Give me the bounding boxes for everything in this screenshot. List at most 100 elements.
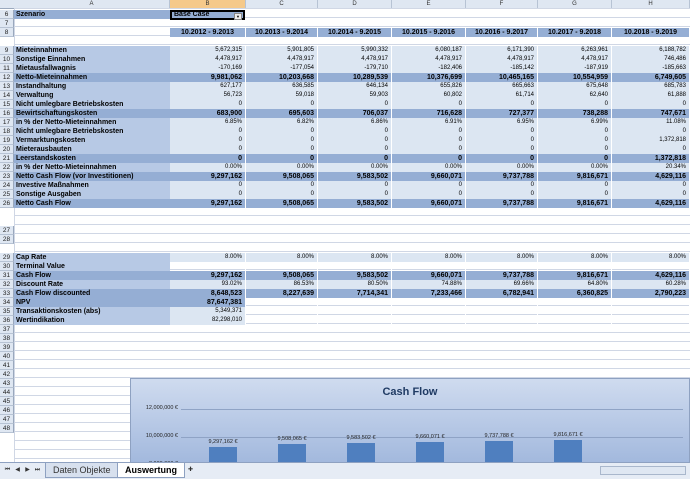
value-cell[interactable]: 0.00% [318,163,392,172]
value-cell[interactable] [318,316,392,325]
value-cell[interactable]: 9,737,788 [466,271,538,280]
value-cell[interactable] [612,307,690,316]
value-cell[interactable]: 6.91% [392,118,466,127]
row-number[interactable]: 23 [0,172,14,181]
value-cell[interactable]: 738,288 [538,109,612,118]
row-label[interactable]: Sonstige Ausgaben [14,190,170,199]
value-cell[interactable]: 0 [318,145,392,154]
value-cell[interactable]: 0 [466,154,538,163]
row-number[interactable]: 17 [0,118,14,127]
value-cell[interactable]: 0 [170,181,246,190]
value-cell[interactable]: 0 [466,145,538,154]
row-label[interactable]: Netto Cash Flow [14,199,170,208]
value-cell[interactable]: 93.02% [170,280,246,289]
value-cell[interactable]: 0 [246,100,318,109]
value-cell[interactable]: 82,298,010 [170,316,246,325]
value-cell[interactable]: 60.28% [612,280,690,289]
row-number[interactable]: 10 [0,55,14,64]
value-cell[interactable]: 665,663 [466,82,538,91]
value-cell[interactable]: 56,723 [170,91,246,100]
row-label[interactable]: in % der Netto-Mieteinnahmen [14,163,170,172]
row-label[interactable]: in % der Netto-Mieteinnahmen [14,118,170,127]
value-cell[interactable]: 9,583,502 [318,271,392,280]
value-cell[interactable]: 0 [246,190,318,199]
value-cell[interactable]: 0 [466,100,538,109]
value-cell[interactable] [318,262,392,271]
row-label[interactable]: Transaktionskosten (abs) [14,307,170,316]
value-cell[interactable]: 8.00% [612,253,690,262]
value-cell[interactable] [466,262,538,271]
value-cell[interactable]: -179,710 [318,64,392,73]
row-label[interactable]: Sonstige Einnahmen [14,55,170,64]
value-cell[interactable]: 9,583,502 [318,172,392,181]
prev-sheet-icon[interactable]: ◀ [13,466,22,475]
row-label[interactable]: Investive Maßnahmen [14,181,170,190]
value-cell[interactable]: 8.00% [170,253,246,262]
value-cell[interactable]: 4,478,917 [246,55,318,64]
value-cell[interactable]: 1,372,818 [612,154,690,163]
value-cell[interactable]: 4,478,917 [170,55,246,64]
value-cell[interactable]: 0 [170,145,246,154]
row-label[interactable]: NPV [14,298,170,307]
value-cell[interactable]: 0 [170,127,246,136]
column-header-a[interactable]: A [14,0,170,8]
row-number[interactable]: 18 [0,127,14,136]
value-cell[interactable]: 6.95% [466,118,538,127]
value-cell[interactable]: 0.00% [538,163,612,172]
value-cell[interactable]: 4,478,917 [538,55,612,64]
row-number[interactable]: 25 [0,190,14,199]
value-cell[interactable]: 61,888 [612,91,690,100]
row-number[interactable]: 11 [0,64,14,73]
column-header-c[interactable]: C [246,0,318,8]
value-cell[interactable]: 9,660,071 [392,271,466,280]
value-cell[interactable] [392,307,466,316]
value-cell[interactable]: 0 [612,181,690,190]
value-cell[interactable]: 59,903 [318,91,392,100]
value-cell[interactable]: 0 [612,127,690,136]
column-header-b[interactable]: B [170,0,246,8]
value-cell[interactable]: 0 [170,100,246,109]
value-cell[interactable] [612,298,690,307]
value-cell[interactable] [466,316,538,325]
value-cell[interactable]: 0 [538,127,612,136]
value-cell[interactable]: 10,554,959 [538,73,612,82]
value-cell[interactable]: 683,900 [170,109,246,118]
value-cell[interactable]: 10,289,539 [318,73,392,82]
first-sheet-icon[interactable]: ⏮ [3,466,12,475]
value-cell[interactable]: 9,508,065 [246,199,318,208]
value-cell[interactable]: 0 [246,127,318,136]
chevron-down-icon[interactable]: ▼ [234,13,242,20]
value-cell[interactable]: 685,783 [612,82,690,91]
value-cell[interactable]: 80.50% [318,280,392,289]
column-header-e[interactable]: E [392,0,466,8]
value-cell[interactable]: 0 [538,145,612,154]
value-cell[interactable]: 6,782,941 [466,289,538,298]
value-cell[interactable] [246,316,318,325]
row-number[interactable]: 12 [0,73,14,82]
value-cell[interactable]: 0 [318,181,392,190]
row-number[interactable]: 28 [0,235,14,244]
row-number[interactable]: 46 [0,406,14,415]
value-cell[interactable]: 6,171,390 [466,46,538,55]
value-cell[interactable]: 5,672,315 [170,46,246,55]
value-cell[interactable]: -185,663 [612,64,690,73]
value-cell[interactable]: 746,486 [612,55,690,64]
value-cell[interactable]: 0 [538,154,612,163]
value-cell[interactable]: 6.86% [318,118,392,127]
value-cell[interactable]: 9,508,065 [246,172,318,181]
value-cell[interactable] [538,298,612,307]
value-cell[interactable]: 0 [246,154,318,163]
value-cell[interactable] [392,262,466,271]
value-cell[interactable] [246,298,318,307]
value-cell[interactable]: 0 [538,136,612,145]
value-cell[interactable]: 4,478,917 [318,55,392,64]
value-cell[interactable]: 8.00% [246,253,318,262]
value-cell[interactable]: 1,372,818 [612,136,690,145]
row-number[interactable]: 27 [0,226,14,235]
row-label[interactable]: Discount Rate [14,280,170,289]
row-number[interactable]: 21 [0,154,14,163]
value-cell[interactable] [466,298,538,307]
row-number[interactable]: 38 [0,334,14,343]
value-cell[interactable] [612,262,690,271]
value-cell[interactable]: 4,478,917 [466,55,538,64]
